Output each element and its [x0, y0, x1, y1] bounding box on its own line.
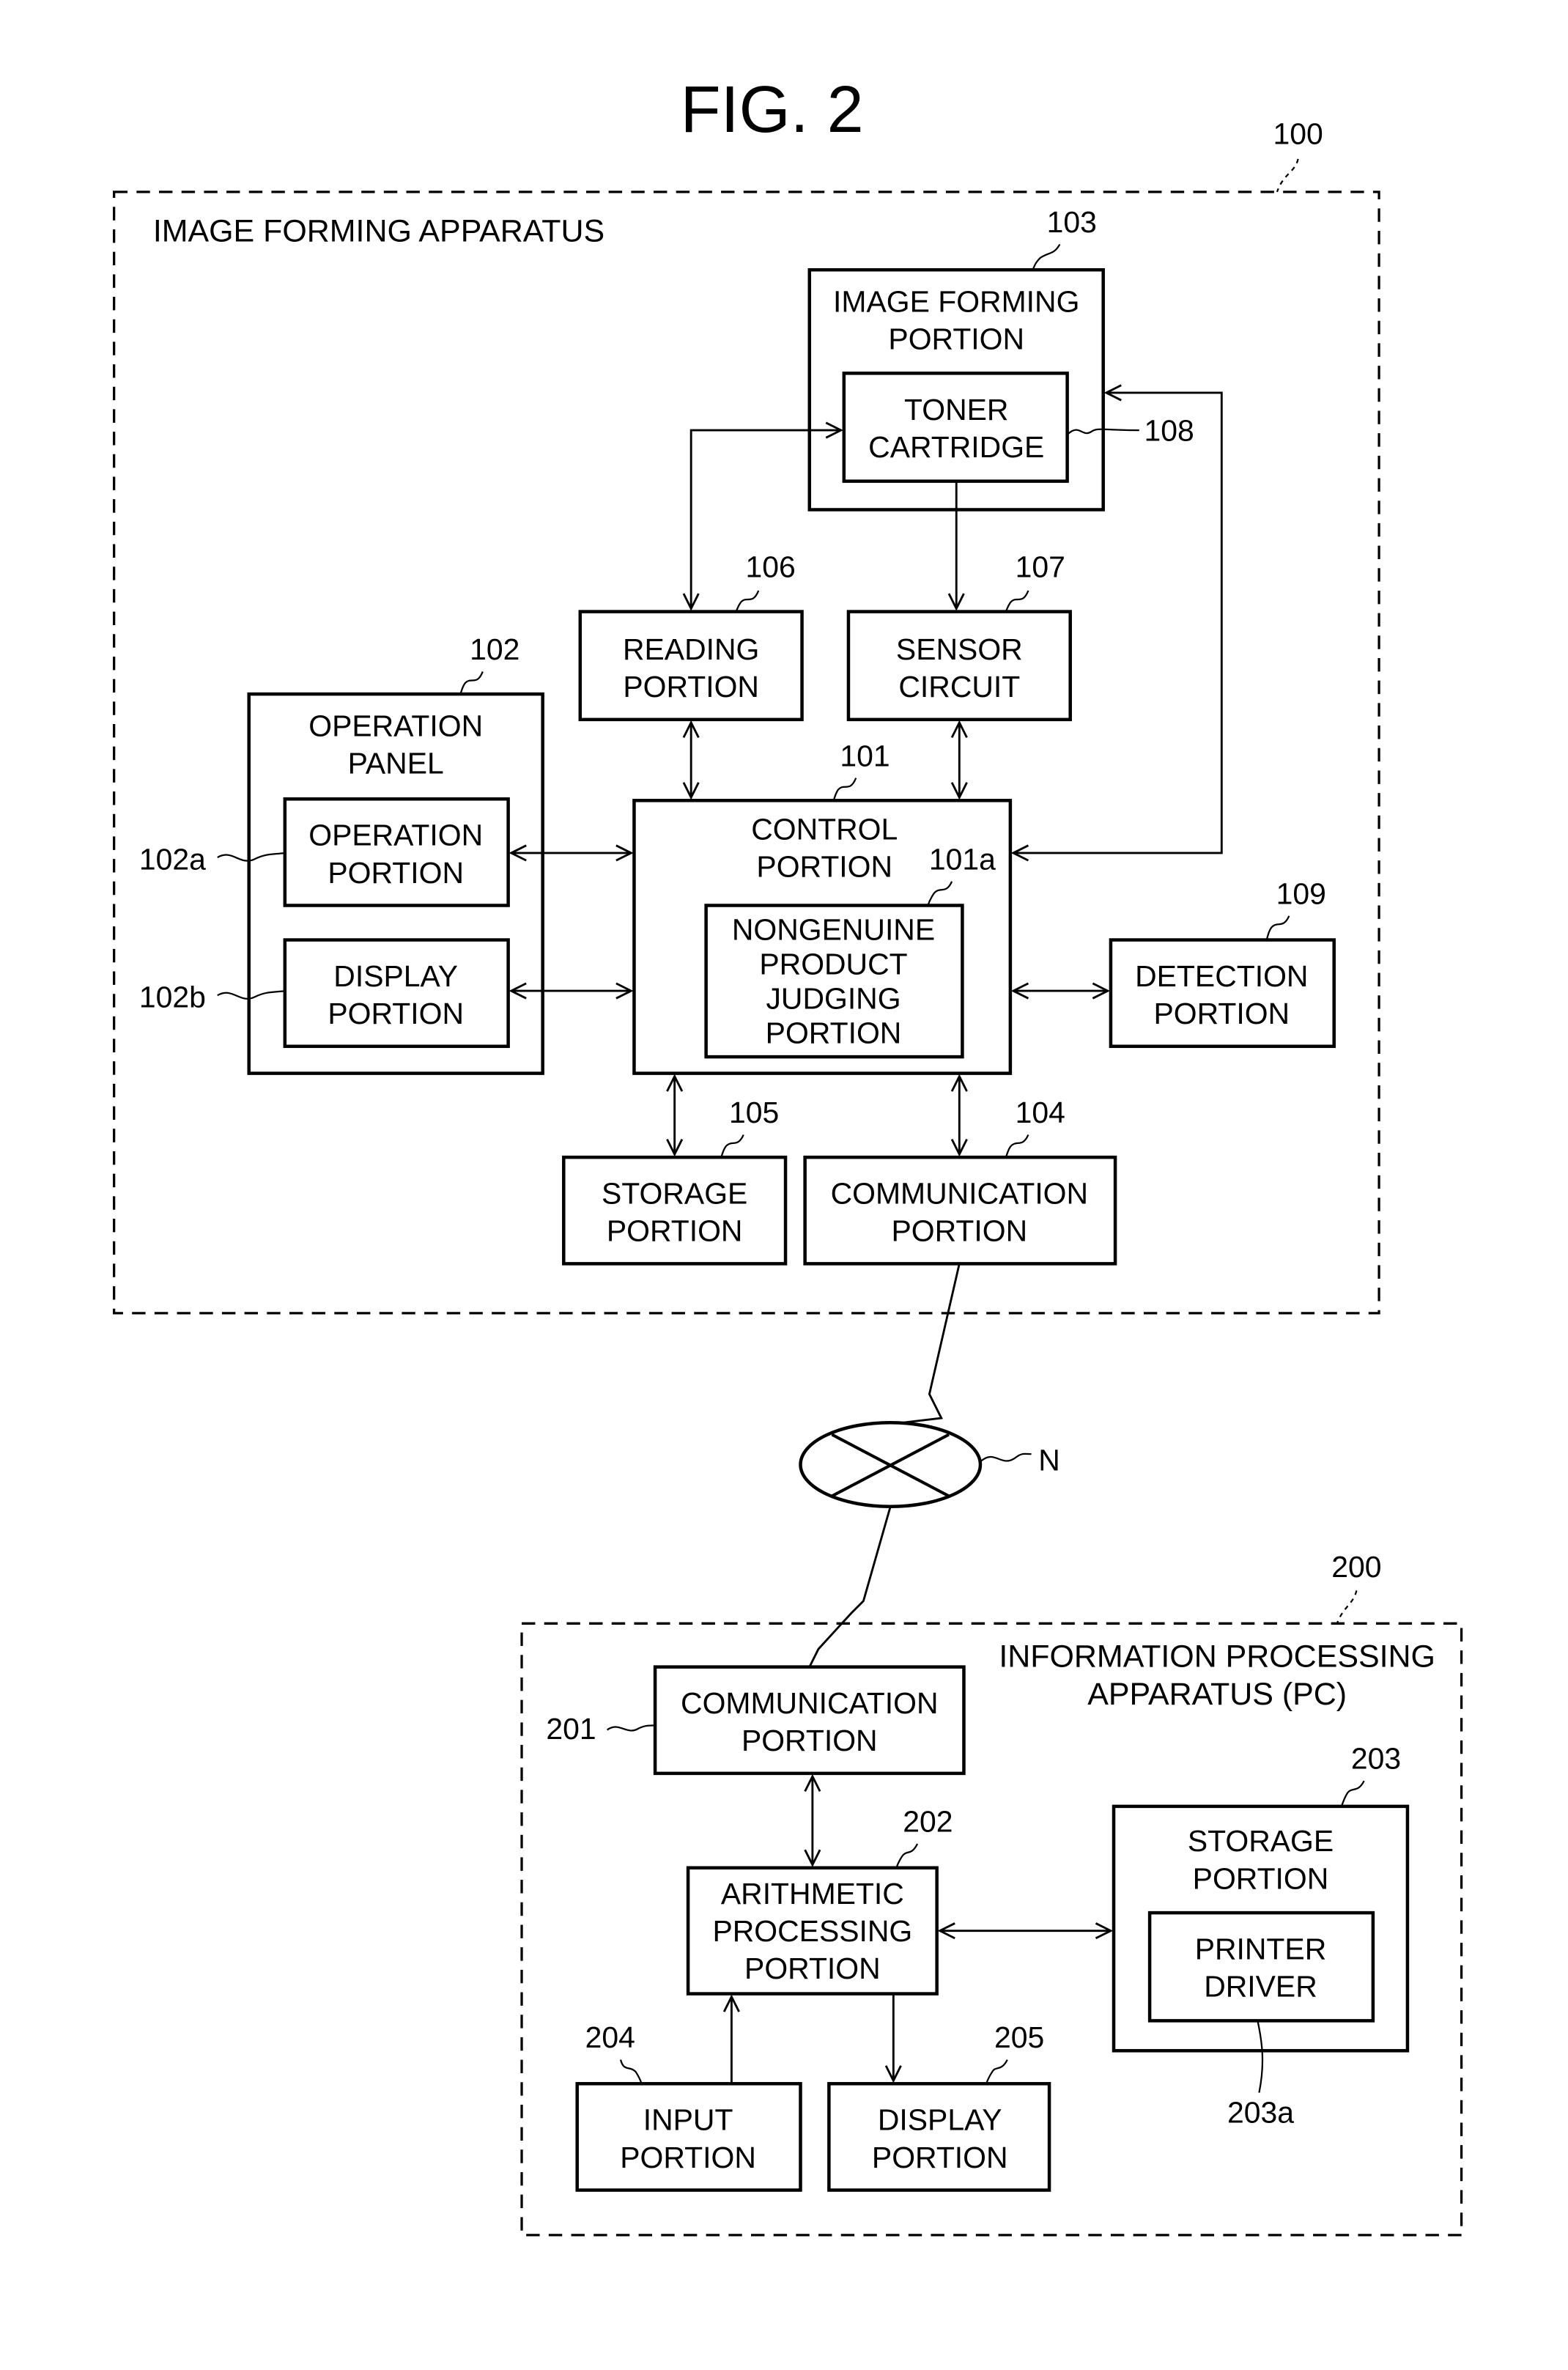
svg-text:NONGENUINE: NONGENUINE: [732, 913, 935, 947]
svg-text:OPERATION: OPERATION: [308, 819, 483, 852]
leader-N: [980, 1452, 1032, 1463]
leader-204: [619, 2059, 643, 2084]
svg-text:PORTION: PORTION: [888, 322, 1024, 356]
svg-text:PORTION: PORTION: [607, 1214, 743, 1248]
leader-202: [895, 1843, 919, 1869]
svg-text:PROCESSING: PROCESSING: [712, 1914, 912, 1948]
ref-205: 205: [994, 2020, 1044, 2054]
svg-text:PORTION: PORTION: [623, 670, 759, 704]
ref-109: 109: [1276, 876, 1326, 910]
storage-portion-block: STORAGE PORTION: [562, 1155, 788, 1266]
toner-cartridge-block: TONER CARTRIDGE: [842, 372, 1069, 483]
ref-201: 201: [546, 1712, 596, 1746]
leader-107: [1005, 590, 1029, 613]
svg-text:PORTION: PORTION: [1153, 997, 1290, 1030]
ref-204: 204: [585, 2020, 635, 2054]
ref-101a: 101a: [929, 842, 996, 876]
svg-text:STORAGE: STORAGE: [1188, 1824, 1334, 1858]
svg-text:PORTION: PORTION: [742, 1724, 878, 1757]
svg-text:PORTION: PORTION: [892, 1214, 1028, 1248]
info-apparatus-label-line1: INFORMATION PROCESSING: [999, 1639, 1435, 1675]
leader-105: [720, 1134, 744, 1158]
ref-102: 102: [470, 632, 519, 666]
network-icon: [799, 1420, 983, 1509]
svg-text:DETECTION: DETECTION: [1135, 959, 1308, 993]
ref-202: 202: [903, 1805, 953, 1839]
svg-text:PORTION: PORTION: [328, 997, 464, 1030]
leader-104: [1005, 1134, 1029, 1158]
ref-N: N: [1038, 1444, 1060, 1477]
pc-communication-portion-block: COMMUNICATION PORTION: [653, 1665, 966, 1776]
svg-text:OPERATION: OPERATION: [308, 709, 483, 742]
svg-text:COMMUNICATION: COMMUNICATION: [681, 1686, 938, 1720]
leader-205: [985, 2059, 1008, 2084]
input-portion-block: INPUT PORTION: [575, 2082, 802, 2192]
leader-200: [1336, 1590, 1358, 1624]
block-diagram: FIG. 2 100 IMAGE FORMING APPARATUS IMAGE…: [113, 73, 1463, 2237]
ref-108: 108: [1144, 413, 1194, 447]
ref-106: 106: [745, 550, 795, 584]
svg-text:PORTION: PORTION: [744, 1952, 881, 1985]
figure-title: FIG. 2: [681, 73, 864, 147]
svg-text:PORTION: PORTION: [872, 2141, 1008, 2174]
svg-text:CIRCUIT: CIRCUIT: [898, 670, 1020, 704]
printer-driver-block: PRINTER DRIVER: [1147, 1911, 1375, 2023]
reading-portion-block: READING PORTION: [578, 610, 804, 722]
svg-text:TONER: TONER: [904, 393, 1008, 427]
leader-203: [1340, 1780, 1365, 1807]
leader-102: [459, 671, 484, 695]
ref-102b: 102b: [139, 981, 206, 1014]
arithmetic-processing-portion-block: ARITHMETIC PROCESSING PORTION: [686, 1866, 939, 1996]
sensor-circuit-block: SENSOR CIRCUIT: [846, 610, 1072, 722]
svg-text:JUDGING: JUDGING: [766, 982, 901, 1016]
detection-portion-block: DETECTION PORTION: [1109, 938, 1336, 1049]
ref-103: 103: [1047, 205, 1097, 239]
svg-text:DISPLAY: DISPLAY: [333, 959, 458, 993]
leader-109: [1265, 915, 1290, 940]
leader-103: [1032, 243, 1061, 270]
svg-text:PORTION: PORTION: [328, 856, 464, 890]
svg-text:IMAGE FORMING: IMAGE FORMING: [833, 284, 1079, 318]
svg-text:CONTROL: CONTROL: [751, 813, 898, 846]
svg-text:ARITHMETIC: ARITHMETIC: [721, 1877, 904, 1911]
wireless-link-upper: [890, 1263, 961, 1425]
ref-105: 105: [729, 1096, 779, 1129]
display-portion-block: DISPLAY PORTION: [283, 938, 510, 1049]
ref-102a: 102a: [139, 842, 206, 876]
svg-text:INPUT: INPUT: [643, 2103, 733, 2137]
svg-text:PRINTER: PRINTER: [1195, 1932, 1327, 1966]
pc-display-portion-block: DISPLAY PORTION: [827, 2082, 1051, 2192]
leader-100: [1276, 158, 1299, 193]
leader-201: [606, 1724, 656, 1732]
leader-101: [832, 778, 857, 801]
ref-203: 203: [1351, 1742, 1401, 1776]
svg-text:DRIVER: DRIVER: [1204, 1970, 1317, 2004]
svg-text:STORAGE: STORAGE: [602, 1177, 747, 1211]
svg-text:PORTION: PORTION: [766, 1016, 902, 1050]
svg-text:PORTION: PORTION: [1193, 1861, 1329, 1895]
ref-101: 101: [840, 739, 890, 772]
nongenuine-product-judging-portion-block: NONGENUINE PRODUCT JUDGING PORTION: [704, 904, 964, 1059]
svg-text:PORTION: PORTION: [756, 850, 892, 884]
svg-text:PORTION: PORTION: [620, 2141, 756, 2174]
info-apparatus-label-line2: APPARATUS (PC): [1087, 1677, 1347, 1712]
image-forming-apparatus-label: IMAGE FORMING APPARATUS: [153, 213, 604, 248]
svg-text:COMMUNICATION: COMMUNICATION: [831, 1177, 1088, 1211]
operation-portion-block: OPERATION PORTION: [283, 797, 510, 907]
ref-104: 104: [1016, 1096, 1065, 1129]
ref-200: 200: [1331, 1550, 1381, 1584]
svg-text:READING: READING: [623, 632, 759, 666]
svg-text:DISPLAY: DISPLAY: [878, 2103, 1002, 2137]
svg-text:CARTRIDGE: CARTRIDGE: [868, 430, 1044, 464]
ref-107: 107: [1016, 550, 1065, 584]
communication-portion-block: COMMUNICATION PORTION: [803, 1155, 1117, 1266]
ref-100: 100: [1273, 117, 1323, 150]
svg-text:PANEL: PANEL: [348, 746, 444, 780]
ref-203a: 203a: [1227, 2095, 1294, 2129]
svg-text:SENSOR: SENSOR: [896, 632, 1023, 666]
svg-text:PRODUCT: PRODUCT: [759, 948, 907, 981]
leader-106: [735, 590, 760, 613]
wireless-link-lower: [808, 1506, 892, 1668]
